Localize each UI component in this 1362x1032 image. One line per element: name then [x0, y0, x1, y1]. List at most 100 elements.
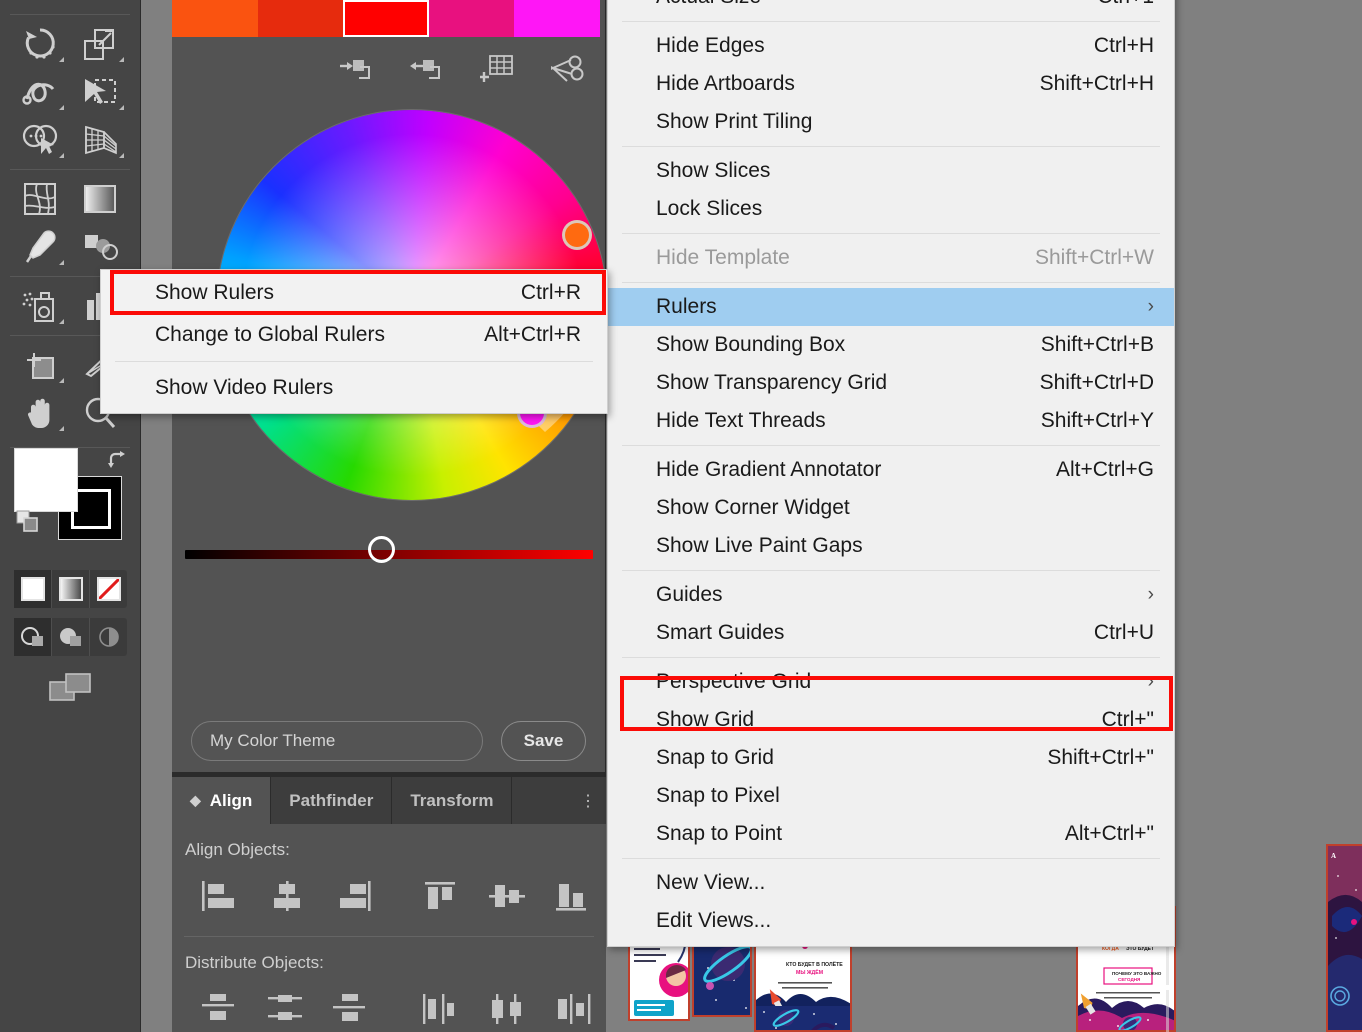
submenu-item-change-to-global-rulers[interactable]: Change to Global Rulers Alt+Ctrl+R — [101, 314, 607, 356]
menu-item-snap-to-point[interactable]: Snap to Point Alt+Ctrl+" — [608, 815, 1174, 853]
menu-item-show-transparency-grid-label: Show Transparency Grid — [656, 371, 888, 394]
tools-panel[interactable] — [0, 0, 141, 1032]
draw-behind-button[interactable] — [52, 618, 90, 656]
menu-item-show-transparency-grid[interactable]: Show Transparency Grid Shift+Ctrl+D — [608, 364, 1174, 402]
menu-item-hide-gradient-annotator[interactable]: Hide Gradient Annotator Alt+Ctrl+G — [608, 451, 1174, 489]
rotate-tool[interactable] — [10, 20, 70, 68]
align-buttons-row[interactable] — [172, 860, 606, 922]
align-panel-body[interactable]: Align Objects: Distribute Objects: — [172, 824, 606, 1032]
distribute-vertical-bottom-button[interactable] — [319, 983, 385, 1032]
gradient-mode-button[interactable] — [52, 570, 90, 608]
menu-item-snap-to-pixel[interactable]: Snap to Pixel — [608, 777, 1174, 815]
align-bottom-button[interactable] — [540, 870, 606, 922]
color-theme-swatch-strip[interactable] — [172, 0, 600, 37]
panel-tab-bar[interactable]: ◆ Align Pathfinder Transform ⋮ — [172, 777, 606, 824]
tab-pathfinder[interactable]: Pathfinder — [271, 777, 393, 824]
distribute-horizontal-center-button[interactable] — [475, 983, 541, 1032]
menu-item-guides[interactable]: Guides › — [608, 576, 1174, 614]
distribute-vertical-top-button[interactable] — [188, 983, 254, 1032]
align-top-button[interactable] — [409, 870, 475, 922]
color-theme-save-row[interactable]: Save — [172, 712, 606, 770]
set-base-color-button[interactable] — [339, 53, 375, 85]
menu-item-show-grid[interactable]: Show Grid Ctrl+" — [608, 701, 1174, 739]
scale-tool[interactable] — [70, 20, 130, 68]
clipped-tool-a[interactable] — [10, 0, 70, 9]
fill-stroke-control[interactable] — [14, 448, 125, 540]
fill-color-swatch[interactable] — [14, 448, 78, 512]
mesh-tool[interactable] — [10, 175, 70, 223]
submenu-item-change-to-global-rulers-label: Change to Global Rulers — [155, 323, 385, 346]
artboard-thumbnail-4[interactable] — [754, 1006, 852, 1032]
tab-transform[interactable]: Transform — [392, 777, 513, 824]
none-mode-button[interactable] — [90, 570, 127, 608]
distribute-buttons-row[interactable] — [172, 973, 606, 1032]
menu-item-actual-size[interactable]: Actual Size Ctrl+1 — [608, 0, 1174, 16]
draw-mode-bar[interactable] — [14, 618, 127, 656]
panel-menu-icon[interactable]: ⋮ — [570, 777, 606, 824]
gradient-tool[interactable] — [70, 175, 130, 223]
color-mode-bar[interactable] — [14, 570, 127, 608]
artboard-thumbnail-6[interactable]: A — [1326, 844, 1362, 1032]
menu-item-edit-views[interactable]: Edit Views... — [608, 902, 1174, 940]
tool-row-clipped[interactable] — [0, 0, 140, 9]
menu-item-hide-artboards[interactable]: Hide Artboards Shift+Ctrl+H — [608, 65, 1174, 103]
hand-tool[interactable] — [10, 389, 70, 437]
svg-text:СЕГОДНЯ: СЕГОДНЯ — [1118, 977, 1140, 982]
distribute-horizontal-right-button[interactable] — [540, 983, 606, 1032]
swatch-0[interactable] — [172, 0, 258, 37]
swatch-4[interactable] — [514, 0, 600, 37]
swap-fill-stroke-icon[interactable] — [106, 450, 128, 472]
free-transform-tool[interactable] — [70, 68, 130, 116]
blend-tool[interactable] — [70, 223, 130, 271]
menu-item-show-bounding-box[interactable]: Show Bounding Box Shift+Ctrl+B — [608, 326, 1174, 364]
harmony-marker-main[interactable] — [562, 220, 592, 250]
draw-normal-button[interactable] — [14, 618, 52, 656]
menu-item-show-slices[interactable]: Show Slices — [608, 152, 1174, 190]
add-to-swatches-button[interactable] — [479, 53, 515, 85]
align-left-button[interactable] — [188, 870, 254, 922]
submenu-item-show-rulers[interactable]: Show Rulers Ctrl+R — [101, 272, 607, 314]
menu-item-rulers[interactable]: Rulers › — [608, 288, 1174, 326]
menu-item-lock-slices[interactable]: Lock Slices — [608, 190, 1174, 228]
menu-item-show-live-paint-gaps[interactable]: Show Live Paint Gaps — [608, 527, 1174, 565]
shape-builder-tool[interactable] — [10, 116, 70, 164]
color-mode-button[interactable] — [14, 570, 52, 608]
eyedropper-tool[interactable] — [10, 223, 70, 271]
unlink-harmony-colors-button[interactable] — [409, 53, 445, 85]
color-harmony-button[interactable] — [549, 53, 585, 85]
menu-item-hide-text-threads[interactable]: Hide Text Threads Shift+Ctrl+Y — [608, 402, 1174, 440]
view-menu[interactable]: Actual Size Ctrl+1 Hide Edges Ctrl+H Hid… — [607, 0, 1175, 947]
align-vertical-center-button[interactable] — [475, 870, 541, 922]
clipped-tool-b[interactable] — [70, 0, 130, 9]
default-fill-stroke-icon[interactable] — [16, 510, 40, 534]
change-screen-mode-button[interactable] — [48, 670, 94, 706]
artboard-tool[interactable] — [10, 341, 70, 389]
menu-item-show-print-tiling[interactable]: Show Print Tiling — [608, 103, 1174, 141]
menu-item-new-view[interactable]: New View... — [608, 864, 1174, 902]
color-and-align-panel[interactable]: Save ◆ Align Pathfinder Transform ⋮ Alig… — [172, 0, 607, 1032]
save-theme-button[interactable]: Save — [501, 721, 586, 761]
distribute-horizontal-left-button[interactable] — [409, 983, 475, 1032]
rulers-submenu[interactable]: Show Rulers Ctrl+R Change to Global Rule… — [100, 269, 608, 414]
align-right-button[interactable] — [319, 870, 385, 922]
menu-item-show-corner-widget[interactable]: Show Corner Widget — [608, 489, 1174, 527]
swatch-1[interactable] — [257, 0, 344, 37]
align-horizontal-center-button[interactable] — [254, 870, 320, 922]
submenu-item-show-video-rulers[interactable]: Show Video Rulers — [101, 367, 607, 409]
menu-item-smart-guides[interactable]: Smart Guides Ctrl+U — [608, 614, 1174, 652]
swatch-3[interactable] — [428, 0, 515, 37]
menu-item-hide-edges[interactable]: Hide Edges Ctrl+H — [608, 27, 1174, 65]
panel-drag-handle-icon: ◆ — [190, 792, 201, 808]
draw-inside-button[interactable] — [90, 618, 127, 656]
width-tool[interactable] — [10, 68, 70, 116]
distribute-vertical-center-button[interactable] — [254, 983, 320, 1032]
tab-align[interactable]: ◆ Align — [172, 777, 272, 824]
swatch-2[interactable] — [343, 0, 429, 37]
symbol-sprayer-tool[interactable] — [10, 282, 70, 330]
menu-item-snap-to-grid[interactable]: Snap to Grid Shift+Ctrl+" — [608, 739, 1174, 777]
brightness-slider-handle[interactable] — [368, 536, 395, 563]
color-theme-name-input[interactable] — [191, 721, 483, 761]
perspective-grid-tool[interactable] — [70, 116, 130, 164]
color-tools-row[interactable] — [172, 37, 605, 100]
menu-item-perspective-grid[interactable]: Perspective Grid › — [608, 663, 1174, 701]
